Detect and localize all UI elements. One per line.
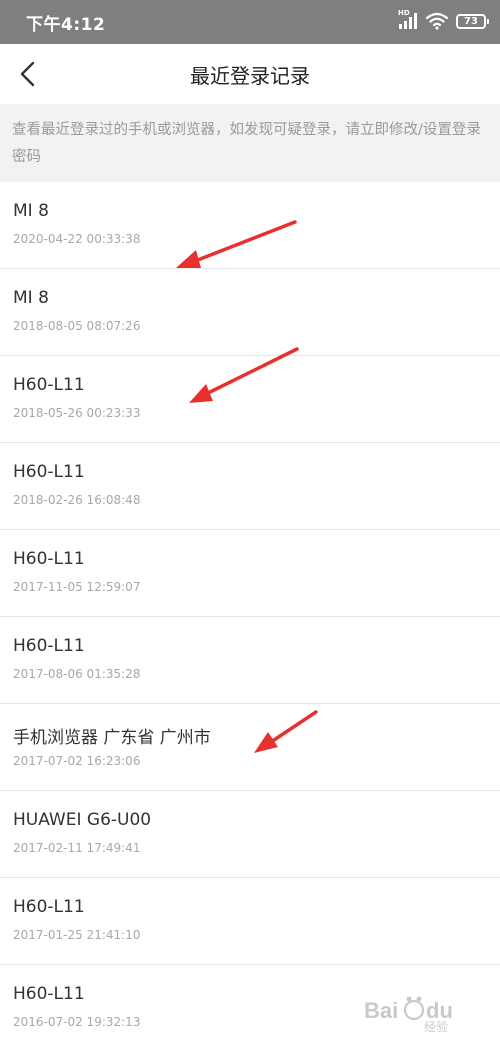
list-item[interactable]: MI 8 2018-08-05 08:07:26	[0, 269, 500, 356]
wifi-icon	[425, 12, 449, 30]
login-time: 2017-11-05 12:59:07	[13, 580, 141, 594]
baidu-jingyan-watermark: Bai du 经验	[362, 986, 482, 1034]
device-name: H60-L11	[13, 549, 85, 569]
device-name: HUAWEI G6-U00	[13, 810, 152, 830]
list-item[interactable]: H60-L11 2018-05-26 00:23:33	[0, 356, 500, 443]
battery-icon: 73	[456, 13, 489, 29]
device-name: H60-L11	[13, 897, 85, 917]
notice-text: 查看最近登录过的手机或浏览器，如发现可疑登录，请立即修改/设置登录密码	[12, 122, 481, 165]
login-time: 2017-07-02 16:23:06	[13, 754, 141, 768]
device-name: H60-L11	[13, 984, 85, 1004]
login-time: 2018-08-05 08:07:26	[13, 319, 141, 333]
nav-bar: 最近登录记录	[0, 44, 500, 104]
status-bar: 下午4:12 HD 73	[0, 0, 500, 44]
login-time: 2018-02-26 16:08:48	[13, 493, 141, 507]
login-time: 2017-01-25 21:41:10	[13, 928, 141, 942]
login-time: 2017-02-11 17:49:41	[13, 841, 141, 855]
device-name: MI 8	[13, 288, 49, 308]
device-name: H60-L11	[13, 636, 85, 656]
device-name: H60-L11	[13, 462, 85, 482]
device-name: MI 8	[13, 201, 49, 221]
status-icons: HD 73	[398, 9, 489, 32]
login-time: 2018-05-26 00:23:33	[13, 406, 141, 420]
svg-text:经验: 经验	[424, 1019, 448, 1034]
svg-text:Bai: Bai	[364, 998, 398, 1023]
device-name: 手机浏览器 广东省 广州市	[13, 728, 211, 748]
login-time: 2017-08-06 01:35:28	[13, 667, 141, 681]
list-item[interactable]: H60-L11 2018-02-26 16:08:48	[0, 443, 500, 530]
login-time: 2020-04-22 00:33:38	[13, 232, 141, 246]
list-item[interactable]: H60-L11 2017-11-05 12:59:07	[0, 530, 500, 617]
signal-icon: HD	[398, 9, 418, 30]
device-name: H60-L11	[13, 375, 85, 395]
page-title: 最近登录记录	[190, 64, 310, 88]
list-item[interactable]: 手机浏览器 广东省 广州市 2017-07-02 16:23:06	[0, 704, 500, 791]
login-record-list: MI 8 2020-04-22 00:33:38 MI 8 2018-08-05…	[0, 182, 500, 1043]
security-notice: 查看最近登录过的手机或浏览器，如发现可疑登录，请立即修改/设置登录密码	[0, 104, 500, 182]
list-item[interactable]: HUAWEI G6-U00 2017-02-11 17:49:41	[0, 791, 500, 878]
list-item[interactable]: H60-L11 2017-08-06 01:35:28	[0, 617, 500, 704]
list-item[interactable]: H60-L11 2017-01-25 21:41:10	[0, 878, 500, 965]
login-time: 2016-07-02 19:32:13	[13, 1015, 141, 1029]
status-time: 下午4:12	[26, 15, 106, 35]
list-item[interactable]: MI 8 2020-04-22 00:33:38	[0, 182, 500, 269]
screen: 下午4:12 HD 73 最近登录记录 查看最近登录过的手机或浏览器，如发现可疑…	[0, 0, 500, 1043]
